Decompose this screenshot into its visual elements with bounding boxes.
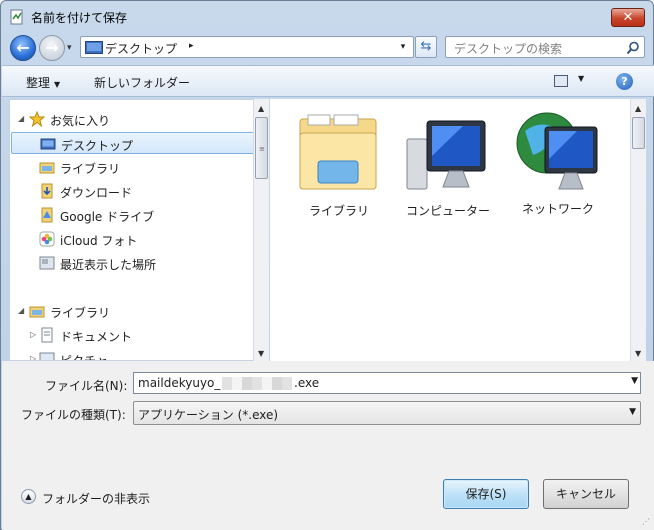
filename-value-prefix: maildekyuyo_ <box>138 376 221 390</box>
sidebar-item-icloud-photos[interactable]: iCloud フォト <box>10 228 258 250</box>
filetype-select[interactable]: アプリケーション (*.exe) ▼ <box>133 401 641 425</box>
chevron-down-icon: ▼ <box>54 80 61 89</box>
content-item-label: ライブラリ <box>308 204 369 218</box>
back-button[interactable]: ← <box>10 35 36 61</box>
content-item-library[interactable]: ライブラリ <box>284 111 394 219</box>
content-scrollbar[interactable]: ▲ ▼ <box>630 99 646 361</box>
refresh-icon: ⇆ <box>420 39 432 54</box>
refresh-button[interactable]: ⇆ <box>415 36 437 58</box>
redacted-text <box>222 377 292 390</box>
content-item-label: ネットワーク <box>521 202 594 216</box>
expand-triangle-icon[interactable]: ▷ <box>30 330 36 339</box>
new-folder-button[interactable]: 新しいフォルダー <box>94 74 190 91</box>
scroll-down-icon[interactable]: ▼ <box>635 349 641 358</box>
icloud-photos-icon <box>39 231 55 247</box>
filetype-label: ファイルの種類(T): <box>21 408 126 422</box>
library-icon <box>39 162 55 174</box>
recent-places-icon <box>39 256 55 270</box>
close-button[interactable]: ✕ <box>611 8 645 27</box>
save-dialog-icon <box>10 9 23 25</box>
resize-grip-icon[interactable]: ⋰ <box>642 517 650 526</box>
organize-label: 整理 <box>26 76 51 90</box>
sidebar-item-downloads[interactable]: ダウンロード <box>10 180 258 202</box>
filename-value-suffix: .exe <box>294 376 320 390</box>
sidebar-item-recent-places[interactable]: 最近表示した場所 <box>10 252 258 274</box>
title-bar[interactable]: 名前を付けて保存 ✕ <box>1 1 653 31</box>
grip-icon: ≡ <box>259 145 265 153</box>
scroll-thumb[interactable]: ≡ <box>255 117 268 179</box>
breadcrumb-chevron-icon[interactable]: ▸ <box>189 41 194 51</box>
sidebar-item-desktop[interactable]: デスクトップ <box>11 132 255 154</box>
address-dropdown-icon[interactable]: ▾ <box>395 38 411 56</box>
expand-triangle-icon[interactable]: ▷ <box>30 354 36 360</box>
scroll-down-icon[interactable]: ▼ <box>258 349 264 358</box>
network-icon <box>516 112 598 190</box>
sidebar-item-label: iCloud フォト <box>60 234 138 248</box>
sidebar-item-library[interactable]: ライブラリ <box>10 156 258 178</box>
search-placeholder: デスクトップの検索 <box>454 42 563 56</box>
file-list-pane: ライブラリ コンピューター ネットワーク <box>270 99 630 361</box>
desktop-icon <box>40 138 56 150</box>
address-location[interactable]: デスクトップ <box>105 40 177 57</box>
download-folder-icon <box>41 183 53 199</box>
star-icon <box>29 111 45 127</box>
recent-pages-dropdown[interactable]: ▾ <box>67 43 77 53</box>
favorites-label: お気に入り <box>50 114 111 128</box>
search-input[interactable]: デスクトップの検索 <box>445 36 645 58</box>
hide-folders-label: フォルダーの非表示 <box>42 492 151 506</box>
desktop-icon <box>85 41 103 54</box>
library-folder-icon <box>299 114 377 190</box>
save-as-dialog: 名前を付けて保存 ✕ ← → ▾ デスクトップ ▸ ▾ ⇆ デスクトップの検索 … <box>0 0 654 530</box>
filename-input[interactable]: maildekyuyo_ .exe ▼ <box>133 372 641 394</box>
save-button[interactable]: 保存(S) <box>443 479 529 509</box>
cancel-button[interactable]: キャンセル <box>543 479 629 509</box>
view-options-icon[interactable] <box>554 75 568 87</box>
filetype-dropdown-icon[interactable]: ▼ <box>629 407 636 417</box>
address-bar[interactable]: デスクトップ ▸ ▾ <box>80 36 414 58</box>
view-dropdown-icon[interactable]: ▼ <box>578 74 584 83</box>
help-button[interactable]: ? <box>616 73 633 90</box>
window-title: 名前を付けて保存 <box>31 11 128 25</box>
sidebar-item-label: デスクトップ <box>61 139 134 153</box>
sidebar-item-label: ピクチャ <box>60 354 108 361</box>
chevron-up-icon: ▲ <box>21 489 36 504</box>
scroll-thumb[interactable] <box>632 117 645 149</box>
forward-button[interactable]: → <box>39 35 65 61</box>
sidebar-item-google-drive[interactable]: Google ドライブ <box>10 204 258 226</box>
scroll-up-icon[interactable]: ▲ <box>258 104 264 113</box>
back-arrow-icon: ← <box>16 38 30 57</box>
google-drive-icon <box>41 207 53 223</box>
filetype-value: アプリケーション (*.exe) <box>138 408 279 422</box>
search-icon[interactable] <box>626 41 640 55</box>
library-icon <box>29 306 45 318</box>
sidebar-item-label: ドキュメント <box>60 330 133 344</box>
filename-dropdown-icon[interactable]: ▼ <box>631 376 638 386</box>
forward-arrow-icon: → <box>45 38 59 57</box>
nav-libraries-header[interactable]: ◢ ライブラリ <box>10 300 258 322</box>
navigation-scrollbar[interactable]: ▲ ≡ ▼ <box>253 99 269 361</box>
sidebar-item-label: ライブラリ <box>60 162 121 176</box>
command-toolbar: 整理 ▼ 新しいフォルダー ▼ ? <box>2 65 654 97</box>
content-item-label: コンピューター <box>405 204 490 218</box>
sidebar-item-label: Google ドライブ <box>60 210 155 224</box>
sidebar-item-label: 最近表示した場所 <box>60 258 157 272</box>
collapse-triangle-icon[interactable]: ◢ <box>18 306 24 315</box>
content-item-computer[interactable]: コンピューター <box>398 111 498 219</box>
filename-label: ファイル名(N): <box>45 379 128 393</box>
collapse-triangle-icon[interactable]: ◢ <box>18 114 24 123</box>
sidebar-item-documents[interactable]: ▷ ドキュメント <box>10 324 258 346</box>
libraries-label: ライブラリ <box>50 306 111 320</box>
organize-button[interactable]: 整理 ▼ <box>26 74 60 91</box>
sidebar-item-label: ダウンロード <box>60 186 133 200</box>
pictures-icon <box>39 352 55 360</box>
scroll-up-icon[interactable]: ▲ <box>635 104 641 113</box>
content-item-network[interactable]: ネットワーク <box>506 109 610 217</box>
nav-favorites-header[interactable]: ◢ お気に入り <box>10 108 258 130</box>
navigation-pane: ◢ お気に入り デスクトップ ライブラリ ダウンロード Google ドライブ … <box>9 99 269 361</box>
computer-icon <box>406 120 486 190</box>
sidebar-item-pictures[interactable]: ▷ ピクチャ <box>10 348 258 361</box>
documents-icon <box>41 327 53 343</box>
